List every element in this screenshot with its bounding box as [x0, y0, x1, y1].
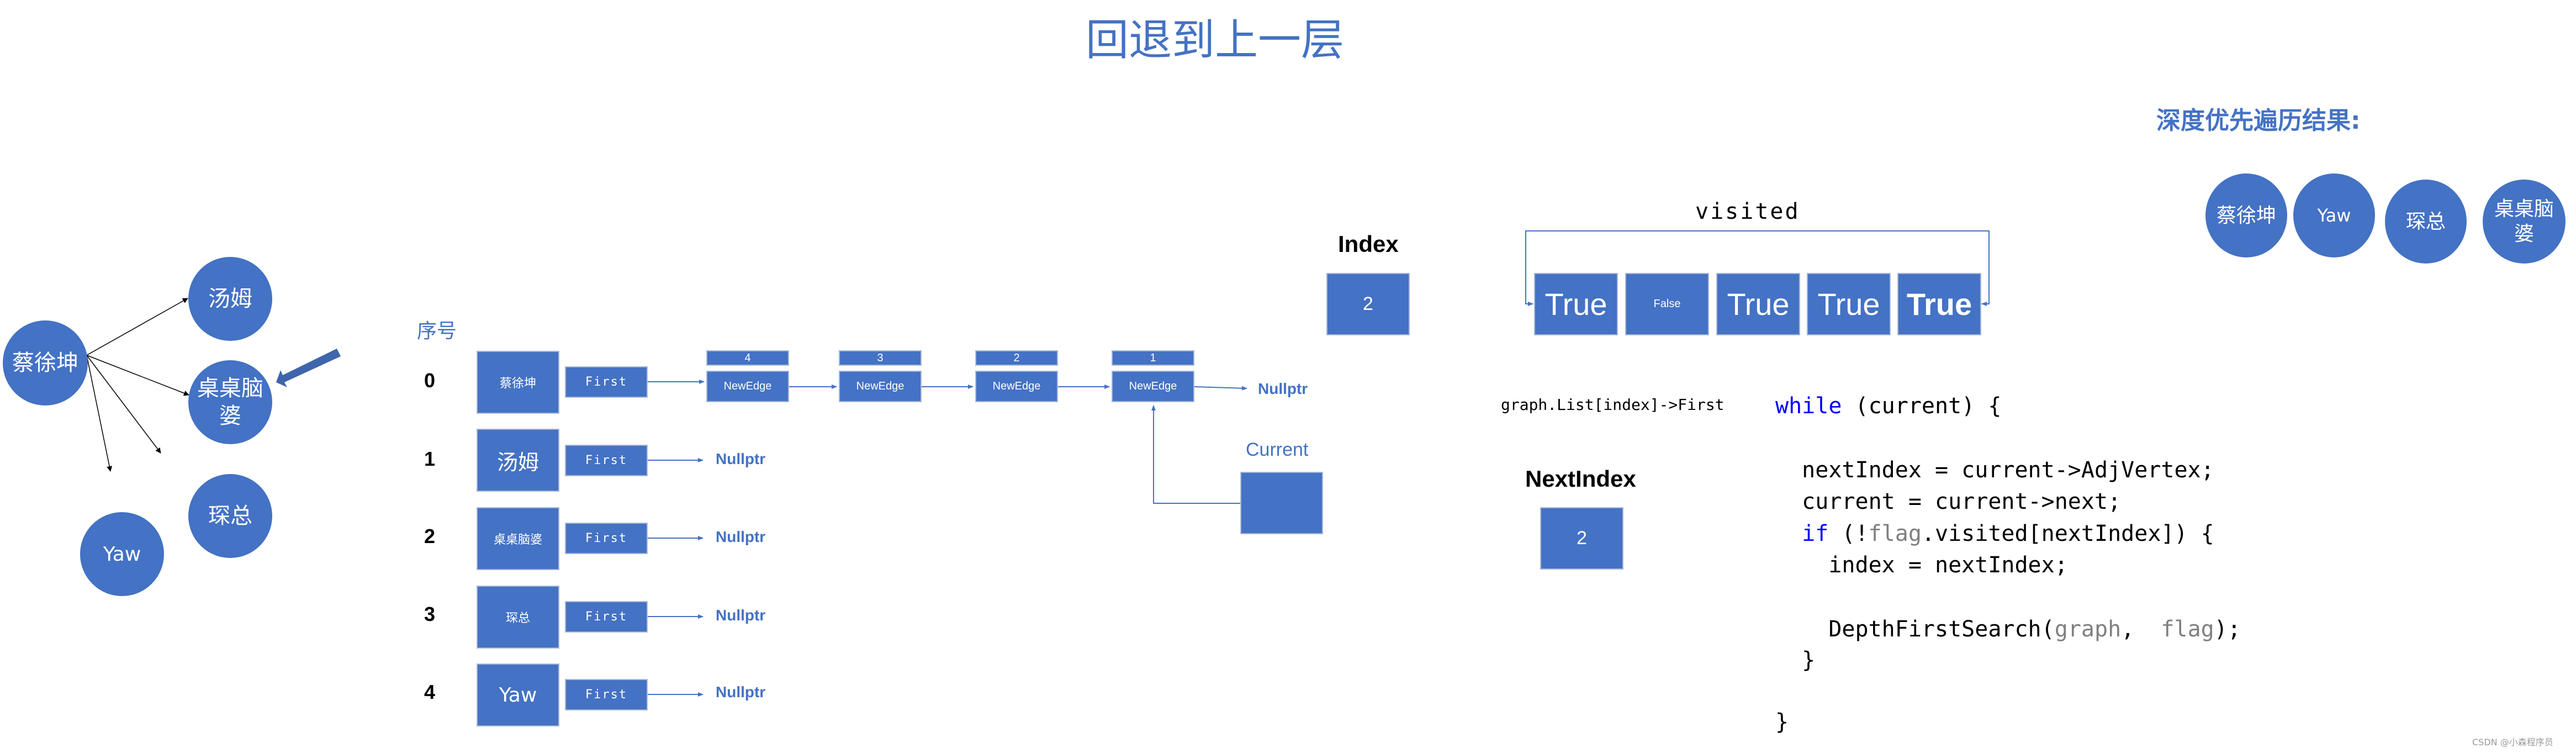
code-param: graph: [2054, 617, 2122, 642]
code-text: .visited[nextIndex]) {: [1921, 521, 2214, 546]
graph-node-tangmu: 汤姆: [188, 257, 272, 341]
current-label: Current: [1246, 439, 1309, 460]
code-line: while (current) {: [1775, 393, 2001, 419]
nullptr-label: Nullptr: [716, 683, 766, 701]
code-keyword: if: [1802, 521, 1829, 546]
row-index: 2: [424, 525, 436, 547]
graph-node-caixukun: 蔡徐坤: [3, 320, 88, 406]
dfs-result-node: 桌桌脑婆: [2483, 180, 2566, 264]
first-pointer-box: First: [565, 445, 648, 476]
edge-node-box: NewEdge: [839, 371, 922, 402]
edge-node-box: NewEdge: [706, 371, 789, 402]
code-line: index = nextIndex;: [1775, 552, 2068, 578]
next-index-label: NextIndex: [1525, 466, 1636, 492]
vertex-box: 蔡徐坤: [477, 351, 559, 414]
graph-edge-0-4: [86, 355, 113, 472]
edge-node-box: NewEdge: [975, 371, 1058, 402]
vertex-box: 汤姆: [477, 429, 559, 492]
row-index: 0: [424, 369, 436, 392]
code-line: DepthFirstSearch(graph, flag);: [1775, 617, 2241, 642]
next-index-value-box: 2: [1540, 507, 1623, 570]
code-text: ,: [2121, 617, 2161, 642]
row-index: 4: [424, 681, 436, 703]
first-pointer-box: First: [565, 601, 648, 633]
visited-label: visited: [1695, 199, 1800, 224]
graph-edge-0-1: [86, 298, 188, 356]
vertex-box: 琛总: [477, 586, 559, 649]
vertex-box: Yaw: [477, 664, 559, 726]
code-param: flag: [1868, 521, 1922, 546]
dfs-result-node: Yaw: [2293, 173, 2375, 257]
graph-node-zhuozhuonaopo: 桌桌脑婆: [188, 360, 272, 444]
nullptr-label: Nullptr: [716, 528, 766, 545]
code-line: }: [1775, 709, 1789, 735]
code-line: nextIndex = current->AdjVertex;: [1775, 457, 2214, 483]
index-label: Index: [1338, 231, 1399, 257]
graph-node-chenzong: 琛总: [188, 474, 272, 558]
list-expression: graph.List[index]->First: [1501, 396, 1725, 414]
index-value-box: 2: [1326, 273, 1410, 335]
code-line: current = current->next;: [1775, 489, 2122, 514]
code-line: if (!flag.visited[nextIndex]) {: [1775, 521, 2214, 546]
code-line: }: [1775, 647, 1816, 673]
first-pointer-box: First: [565, 523, 648, 554]
vertex-box: 桌桌脑婆: [477, 507, 559, 570]
code-param: flag: [2161, 617, 2214, 642]
visited-cell: False: [1625, 273, 1709, 335]
dfs-result-node: 蔡徐坤: [2205, 173, 2287, 257]
index-column-header: 序号: [417, 320, 457, 343]
first-pointer-box: First: [565, 679, 648, 710]
code-text: (current) {: [1842, 393, 2002, 419]
nullptr-label: Nullptr: [716, 607, 766, 624]
code-text: DepthFirstSearch(: [1775, 617, 2055, 642]
first-pointer-box: First: [565, 366, 648, 398]
edge-adjvertex-box: 2: [975, 350, 1058, 366]
row-index: 1: [424, 447, 436, 470]
visited-cell: True: [1534, 273, 1618, 335]
code-text: (!: [1828, 521, 1869, 546]
nullptr-label: Nullptr: [716, 450, 766, 467]
current-pointer-box: [1240, 472, 1323, 534]
pointer-arrow-icon: [276, 349, 341, 387]
graph-node-yaw: Yaw: [80, 512, 164, 596]
current-pointer-arrow: [1151, 405, 1240, 504]
dfs-result-title: 深度优先遍历结果:: [2156, 107, 2361, 135]
dfs-result-node: 琛总: [2385, 180, 2467, 264]
row-index: 3: [424, 603, 436, 625]
edge-adjvertex-box: 3: [839, 350, 922, 366]
edge-node-box: NewEdge: [1112, 371, 1194, 402]
visited-cell: True: [1897, 273, 1981, 335]
chain-tail-nullptr: Nullptr: [1258, 380, 1308, 397]
edge-adjvertex-box: 1: [1112, 350, 1194, 366]
code-keyword: while: [1775, 393, 1842, 419]
edge-adjvertex-box: 4: [706, 350, 789, 366]
code-text: );: [2214, 617, 2241, 642]
link-arrow: [1194, 386, 1247, 391]
visited-cell: True: [1807, 273, 1891, 335]
visited-cell: True: [1716, 273, 1800, 335]
watermark: CSDN @小森程序员: [2472, 737, 2553, 747]
